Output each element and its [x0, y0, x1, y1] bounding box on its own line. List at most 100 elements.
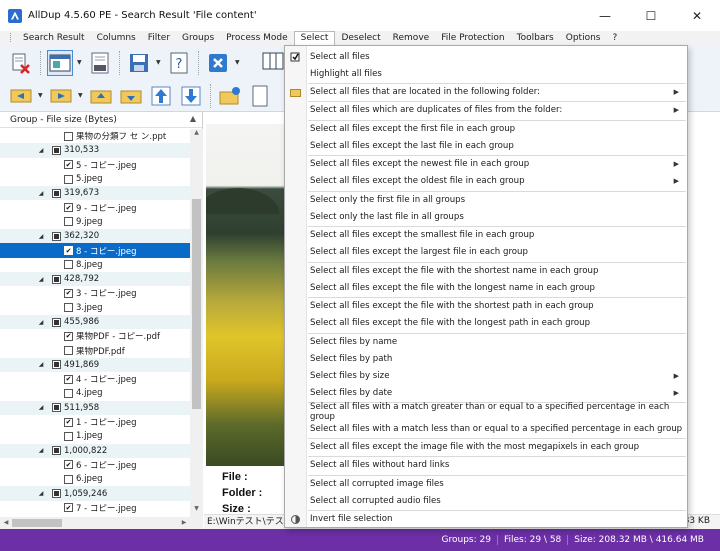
file-checkbox[interactable]: [64, 131, 73, 141]
file-row[interactable]: 5.jpeg: [0, 172, 190, 186]
file-checkbox[interactable]: ✔: [64, 160, 73, 170]
select-menu-item[interactable]: Select all files except the file with th…: [285, 262, 687, 279]
save-icon[interactable]: [126, 50, 152, 76]
group-checkbox[interactable]: [52, 188, 61, 198]
group-row[interactable]: ◢ 455,986: [0, 314, 190, 330]
close-result-icon[interactable]: [205, 50, 231, 76]
collapse-icon[interactable]: ◢: [36, 361, 46, 368]
menu-file-protection[interactable]: File Protection: [435, 31, 510, 46]
folder-up-icon[interactable]: [88, 83, 114, 109]
collapse-icon[interactable]: ◢: [36, 147, 46, 154]
select-menu-item[interactable]: Select all files that are located in the…: [285, 84, 687, 101]
file-checkbox[interactable]: [64, 260, 73, 270]
select-menu-item[interactable]: Select all files except the last file in…: [285, 137, 687, 154]
select-menu-item[interactable]: Highlight all files: [285, 65, 687, 82]
select-menu-item[interactable]: Select files by date ▶: [285, 385, 687, 402]
select-menu-item[interactable]: Select all files except the file with th…: [285, 298, 687, 315]
next-group-icon[interactable]: [48, 83, 74, 109]
file-checkbox[interactable]: ✔: [64, 460, 73, 470]
document-icon[interactable]: [247, 83, 273, 109]
file-row[interactable]: 6.jpeg: [0, 472, 190, 486]
select-menu-item[interactable]: Select files by size ▶: [285, 368, 687, 385]
file-checkbox[interactable]: [64, 346, 73, 356]
collapse-icon[interactable]: ◢: [36, 404, 46, 411]
select-menu-item[interactable]: Select all files with a match less than …: [285, 420, 687, 437]
file-checkbox[interactable]: ✔: [64, 331, 73, 341]
select-menu-item[interactable]: Select all files except the smallest fil…: [285, 227, 687, 244]
chevron-down-icon[interactable]: ▼: [77, 59, 83, 66]
file-checkbox[interactable]: [64, 431, 73, 441]
menu-columns[interactable]: Columns: [91, 31, 142, 46]
delete-files-icon[interactable]: [8, 50, 34, 76]
collapse-icon[interactable]: ◢: [36, 190, 46, 197]
group-row[interactable]: ◢ 511,958: [0, 400, 190, 415]
file-checkbox[interactable]: [64, 474, 73, 484]
select-menu-item[interactable]: Select files by path: [285, 350, 687, 367]
group-row[interactable]: ◢ 310,533: [0, 143, 190, 158]
file-row[interactable]: ✔ 3 - コピー.jpeg: [0, 286, 190, 300]
chevron-down-icon[interactable]: ▼: [235, 59, 241, 66]
select-menu-item[interactable]: Select all corrupted audio files: [285, 492, 687, 509]
scroll-down-icon[interactable]: ▼: [190, 505, 203, 517]
preview-pane-icon[interactable]: [47, 49, 73, 76]
arrow-down-icon[interactable]: [178, 83, 204, 109]
menu-search-result[interactable]: Search Result: [4, 31, 91, 46]
scroll-right-icon[interactable]: ▶: [178, 517, 190, 529]
file-row[interactable]: ✔ 6 - コピー.jpeg: [0, 458, 190, 472]
file-row[interactable]: 果物の分類フ セ ン.ppt: [0, 129, 190, 143]
minimize-button[interactable]: —: [582, 0, 628, 31]
close-button[interactable]: ✕: [674, 0, 720, 31]
folder-settings-icon[interactable]: [217, 83, 243, 109]
menu-options[interactable]: Options: [560, 31, 607, 46]
arrow-up-icon[interactable]: [148, 83, 174, 109]
select-menu-item[interactable]: Select all files except the image file w…: [285, 439, 687, 456]
file-row[interactable]: ✔ 4 - コピー.jpeg: [0, 372, 190, 386]
group-row[interactable]: ◢ 1,000,822: [0, 443, 190, 458]
horizontal-scrollbar[interactable]: ◀ ▶: [0, 517, 203, 529]
file-row[interactable]: ✔ 果物PDF - コピー.pdf: [0, 329, 190, 343]
chevron-down-icon[interactable]: ▼: [38, 92, 44, 99]
group-row[interactable]: ◢ 491,869: [0, 357, 190, 373]
file-checkbox[interactable]: [64, 174, 73, 184]
file-row[interactable]: ✔ 1 - コピー.jpeg: [0, 415, 190, 429]
menu-toolbars[interactable]: Toolbars: [511, 31, 560, 46]
file-row[interactable]: 9.jpeg: [0, 215, 190, 229]
select-menu-item[interactable]: Select all corrupted image files: [285, 475, 687, 492]
select-menu-item[interactable]: Select files by name: [285, 333, 687, 350]
file-checkbox[interactable]: ✔: [64, 203, 73, 213]
group-checkbox[interactable]: [52, 446, 61, 456]
collapse-icon[interactable]: ◢: [36, 490, 46, 497]
previous-group-icon[interactable]: [8, 83, 34, 109]
file-row[interactable]: ✔ 7 - コピー.jpeg: [0, 501, 190, 515]
menu-deselect[interactable]: Deselect: [335, 31, 386, 46]
file-checkbox[interactable]: ✔: [64, 417, 73, 427]
select-menu-item[interactable]: Select all files with a match greater th…: [285, 402, 687, 422]
menu-groups[interactable]: Groups: [176, 31, 220, 46]
chevron-down-icon[interactable]: ▼: [156, 59, 162, 66]
file-checkbox[interactable]: [64, 303, 73, 313]
collapse-icon[interactable]: ◢: [36, 319, 46, 326]
help-icon[interactable]: ?: [166, 50, 192, 76]
group-row[interactable]: ◢ 362,320: [0, 229, 190, 244]
select-menu-item[interactable]: Select all files except the first file i…: [285, 120, 687, 137]
file-row[interactable]: ✔ 8 - コピー.jpeg: [0, 243, 190, 258]
file-checkbox[interactable]: ✔: [64, 246, 73, 256]
select-menu-item[interactable]: Select all files except the largest file…: [285, 244, 687, 261]
file-row[interactable]: 4.jpeg: [0, 386, 190, 400]
collapse-icon[interactable]: ◢: [36, 447, 46, 454]
group-row[interactable]: ◢ 428,792: [0, 271, 190, 287]
vertical-scrollbar[interactable]: ▲ ▼: [190, 129, 203, 517]
file-checkbox[interactable]: ✔: [64, 288, 73, 298]
file-row[interactable]: 3.jpeg: [0, 301, 190, 315]
select-menu-item[interactable]: Select all files except the file with th…: [285, 279, 687, 296]
group-row[interactable]: ◢ 1,059,246: [0, 486, 190, 501]
file-row[interactable]: 果物PDF.pdf: [0, 343, 190, 357]
collapse-icon[interactable]: ◢: [36, 233, 46, 240]
group-checkbox[interactable]: [52, 274, 61, 284]
group-checkbox[interactable]: [52, 317, 61, 327]
scroll-left-icon[interactable]: ◀: [0, 517, 12, 529]
file-row[interactable]: 8.jpeg: [0, 258, 190, 272]
file-checkbox[interactable]: [64, 388, 73, 398]
maximize-button[interactable]: ☐: [628, 0, 674, 31]
group-checkbox[interactable]: [52, 489, 61, 499]
